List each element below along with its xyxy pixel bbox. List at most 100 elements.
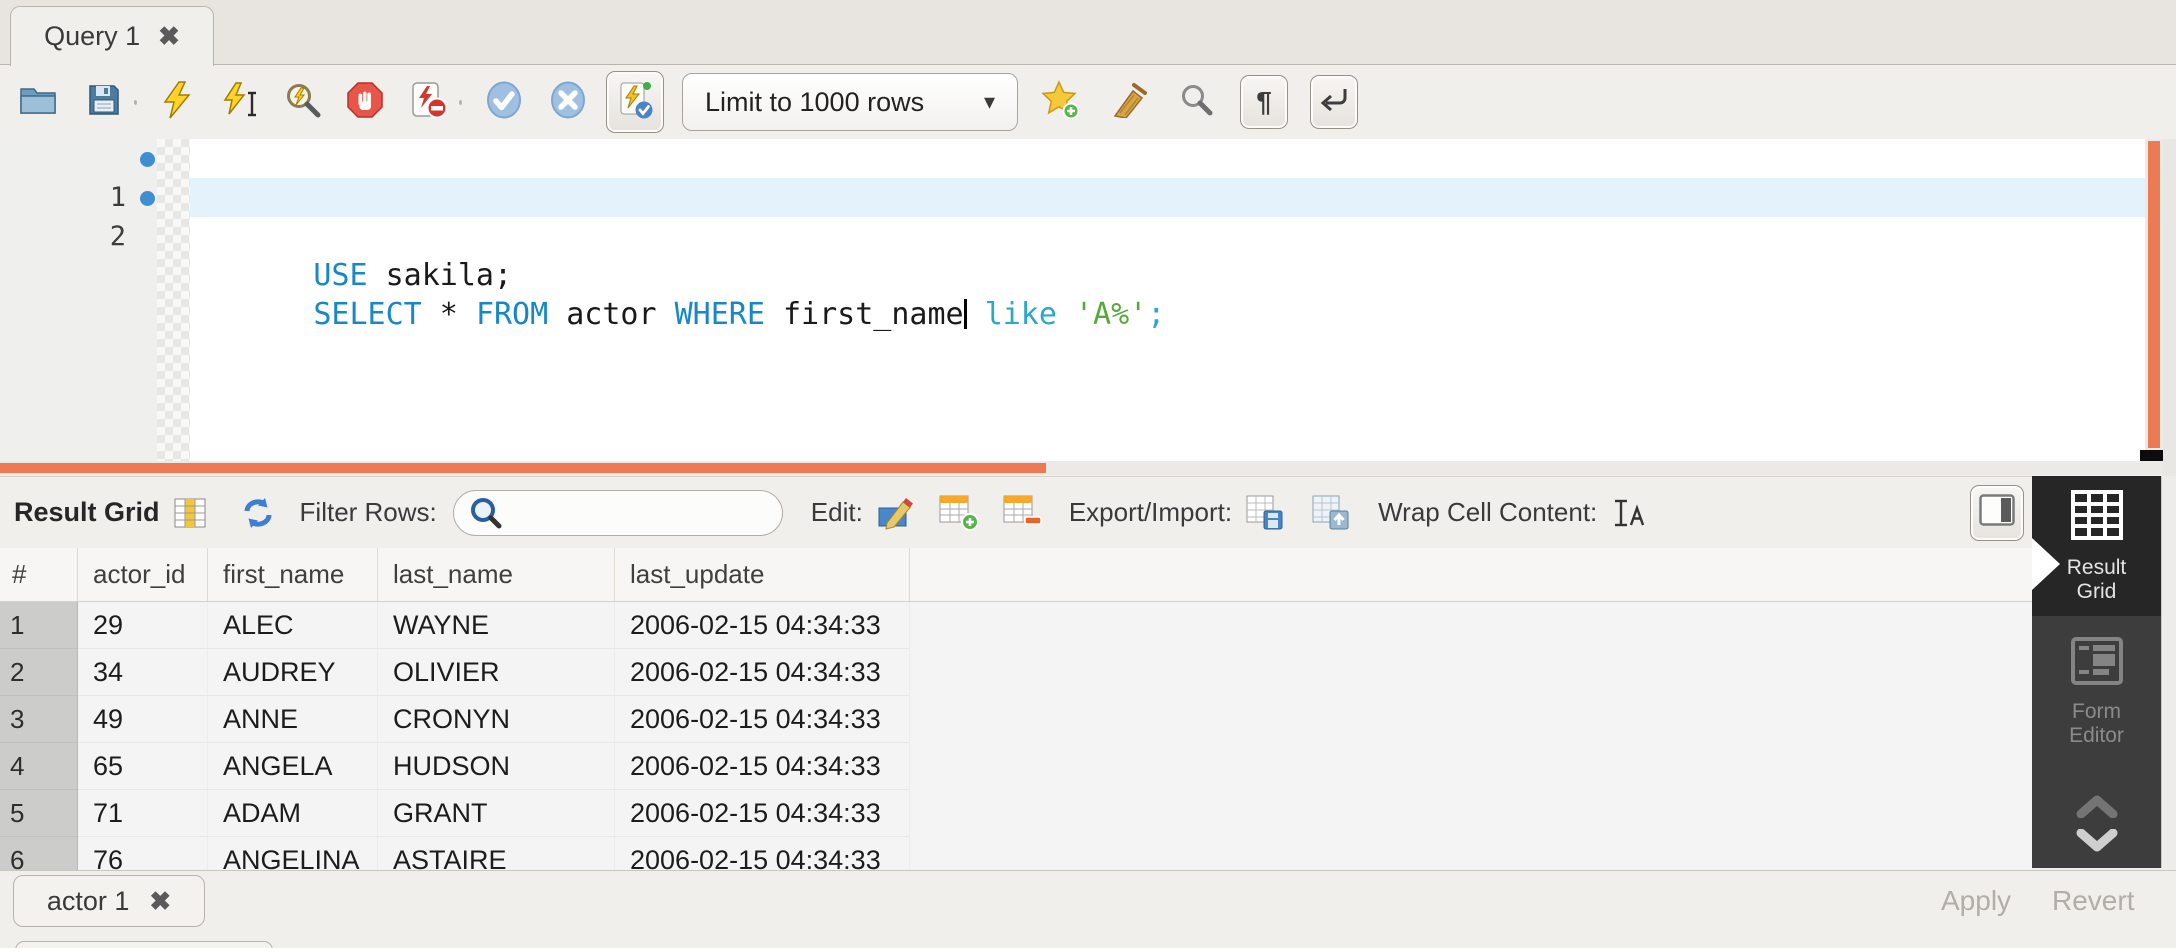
wrap-return-icon bbox=[1318, 85, 1350, 120]
filter-rows-searchbox[interactable] bbox=[453, 490, 783, 536]
cell-last-name[interactable]: ASTAIRE bbox=[378, 837, 615, 870]
import-records-icon[interactable] bbox=[1312, 495, 1350, 531]
column-header-rownum[interactable]: # bbox=[0, 548, 78, 601]
apply-button[interactable]: Apply bbox=[1941, 885, 2011, 917]
wrap-cell-content-icon[interactable] bbox=[1611, 498, 1647, 528]
commit-button[interactable] bbox=[482, 75, 526, 129]
collapse-sidebar-button[interactable] bbox=[1970, 485, 2024, 541]
execute-query-button[interactable] bbox=[155, 75, 199, 129]
editor-horizontal-scrollbar[interactable] bbox=[0, 461, 2163, 475]
cell-last-update[interactable]: 2006-02-15 04:34:33 bbox=[615, 696, 910, 743]
cell-actor-id[interactable]: 34 bbox=[78, 649, 208, 696]
result-area-scrollbar[interactable] bbox=[2161, 476, 2176, 868]
cell-first-name[interactable]: AUDREY bbox=[208, 649, 378, 696]
column-header-actor-id[interactable]: actor_id bbox=[78, 548, 208, 601]
cell-last-update[interactable]: 2006-02-15 04:34:33 bbox=[615, 649, 910, 696]
scrollbar-thumb[interactable] bbox=[0, 463, 1046, 473]
wrap-cell-content-label: Wrap Cell Content: bbox=[1378, 497, 1597, 528]
find-button[interactable] bbox=[1174, 75, 1218, 129]
fold-margin bbox=[157, 139, 190, 461]
folder-icon bbox=[19, 83, 57, 122]
open-script-button[interactable] bbox=[16, 75, 60, 129]
cell-first-name[interactable]: ALEC bbox=[208, 602, 378, 649]
sidebar-item-form-editor[interactable]: Form Editor bbox=[2032, 616, 2161, 768]
limit-rows-dropdown[interactable]: Limit to 1000 rows ▾ bbox=[682, 73, 1018, 131]
close-icon[interactable]: ✖ bbox=[158, 21, 180, 52]
rollback-button[interactable] bbox=[546, 75, 590, 129]
cell-first-name[interactable]: ANGELA bbox=[208, 743, 378, 790]
editor-vertical-scrollbar[interactable] bbox=[2145, 139, 2163, 450]
sql-editor[interactable]: 1 USE sakila; 2 SELECT * FROM actor WHER… bbox=[0, 139, 2145, 461]
broom-icon bbox=[1108, 82, 1148, 123]
row-number-cell[interactable]: 5 bbox=[0, 790, 78, 837]
code-line[interactable]: 1 USE sakila; bbox=[190, 139, 2145, 178]
sql-keyword: FROM bbox=[476, 297, 548, 332]
export-recordset-icon[interactable] bbox=[1246, 495, 1284, 531]
cell-last-update[interactable]: 2006-02-15 04:34:33 bbox=[615, 602, 910, 649]
tab-actor-1[interactable]: actor 1 ✖ bbox=[13, 875, 205, 927]
grid-columns-icon bbox=[174, 498, 206, 528]
explain-plan-button[interactable] bbox=[281, 75, 325, 129]
cell-actor-id[interactable]: 65 bbox=[78, 743, 208, 790]
cell-last-name[interactable]: OLIVIER bbox=[378, 649, 615, 696]
toggle-word-wrap-button[interactable] bbox=[1310, 75, 1358, 129]
cell-last-name[interactable]: WAYNE bbox=[378, 602, 615, 649]
cell-last-update[interactable]: 2006-02-15 04:34:33 bbox=[615, 790, 910, 837]
cell-last-update[interactable]: 2006-02-15 04:34:33 bbox=[615, 837, 910, 870]
sql-string: 'A%' bbox=[1075, 297, 1147, 332]
column-header-first-name[interactable]: first_name bbox=[208, 548, 378, 601]
row-number-cell[interactable]: 3 bbox=[0, 696, 78, 743]
cell-last-name[interactable]: HUDSON bbox=[378, 743, 615, 790]
beautify-query-button[interactable] bbox=[1106, 75, 1150, 129]
column-header-filler bbox=[910, 548, 2032, 601]
close-icon[interactable]: ✖ bbox=[149, 886, 171, 917]
filter-rows-input[interactable] bbox=[502, 497, 756, 528]
cell-actor-id[interactable]: 49 bbox=[78, 696, 208, 743]
editor-right-margin bbox=[2163, 139, 2176, 476]
line-number: 1 bbox=[0, 178, 126, 217]
chevron-down-icon[interactable] bbox=[2073, 829, 2121, 858]
cell-last-name[interactable]: CRONYN bbox=[378, 696, 615, 743]
table-row: 4 65 ANGELA HUDSON 2006-02-15 04:34:33 bbox=[0, 743, 2032, 790]
execute-current-statement-button[interactable] bbox=[219, 75, 263, 129]
scrollbar-thumb[interactable] bbox=[2148, 141, 2160, 448]
stop-on-error-icon bbox=[411, 81, 447, 124]
refresh-icon[interactable] bbox=[240, 496, 276, 530]
revert-button[interactable]: Revert bbox=[2052, 885, 2134, 917]
result-grid-icon bbox=[2070, 489, 2124, 546]
cell-first-name[interactable]: ANNE bbox=[208, 696, 378, 743]
insert-row-icon[interactable] bbox=[939, 495, 979, 531]
row-number-cell[interactable]: 1 bbox=[0, 602, 78, 649]
query-toolbar: Limit to 1000 rows ▾ ¶ bbox=[0, 65, 2176, 139]
pilcrow-icon: ¶ bbox=[1256, 86, 1272, 118]
autocommit-icon bbox=[616, 80, 654, 125]
save-snippet-button[interactable] bbox=[1038, 75, 1082, 129]
cell-actor-id[interactable]: 29 bbox=[78, 602, 208, 649]
toggle-invisible-chars-button[interactable]: ¶ bbox=[1240, 75, 1288, 129]
delete-row-icon[interactable] bbox=[1003, 495, 1043, 531]
cell-last-update[interactable]: 2006-02-15 04:34:33 bbox=[615, 743, 910, 790]
row-number-cell[interactable]: 6 bbox=[0, 837, 78, 870]
table-row: 2 34 AUDREY OLIVIER 2006-02-15 04:34:33 bbox=[0, 649, 2032, 696]
row-number-cell[interactable]: 2 bbox=[0, 649, 78, 696]
cell-first-name[interactable]: ADAM bbox=[208, 790, 378, 837]
cell-last-name[interactable]: GRANT bbox=[378, 790, 615, 837]
column-header-last-name[interactable]: last_name bbox=[378, 548, 615, 601]
cell-first-name[interactable]: ANGELINA bbox=[208, 837, 378, 870]
sql-keyword: WHERE bbox=[675, 297, 765, 332]
toggle-autocommit-button[interactable] bbox=[606, 71, 664, 133]
export-import-label: Export/Import: bbox=[1069, 497, 1232, 528]
row-number-cell[interactable]: 4 bbox=[0, 743, 78, 790]
code-line-current[interactable]: 2 SELECT * FROM actor WHERE first_name l… bbox=[190, 178, 2145, 217]
cell-actor-id[interactable]: 71 bbox=[78, 790, 208, 837]
toggle-stop-on-error-button[interactable] bbox=[407, 75, 451, 129]
tab-query-1[interactable]: Query 1 ✖ bbox=[10, 6, 214, 66]
cell-actor-id[interactable]: 76 bbox=[78, 837, 208, 870]
search-icon bbox=[468, 496, 502, 530]
column-header-last-update[interactable]: last_update bbox=[615, 548, 910, 601]
chevron-up-icon[interactable] bbox=[2073, 794, 2121, 823]
stop-query-button[interactable] bbox=[343, 75, 387, 129]
edit-record-icon[interactable] bbox=[877, 496, 915, 530]
toolbar-separator bbox=[134, 100, 137, 105]
save-script-button[interactable] bbox=[82, 75, 126, 129]
